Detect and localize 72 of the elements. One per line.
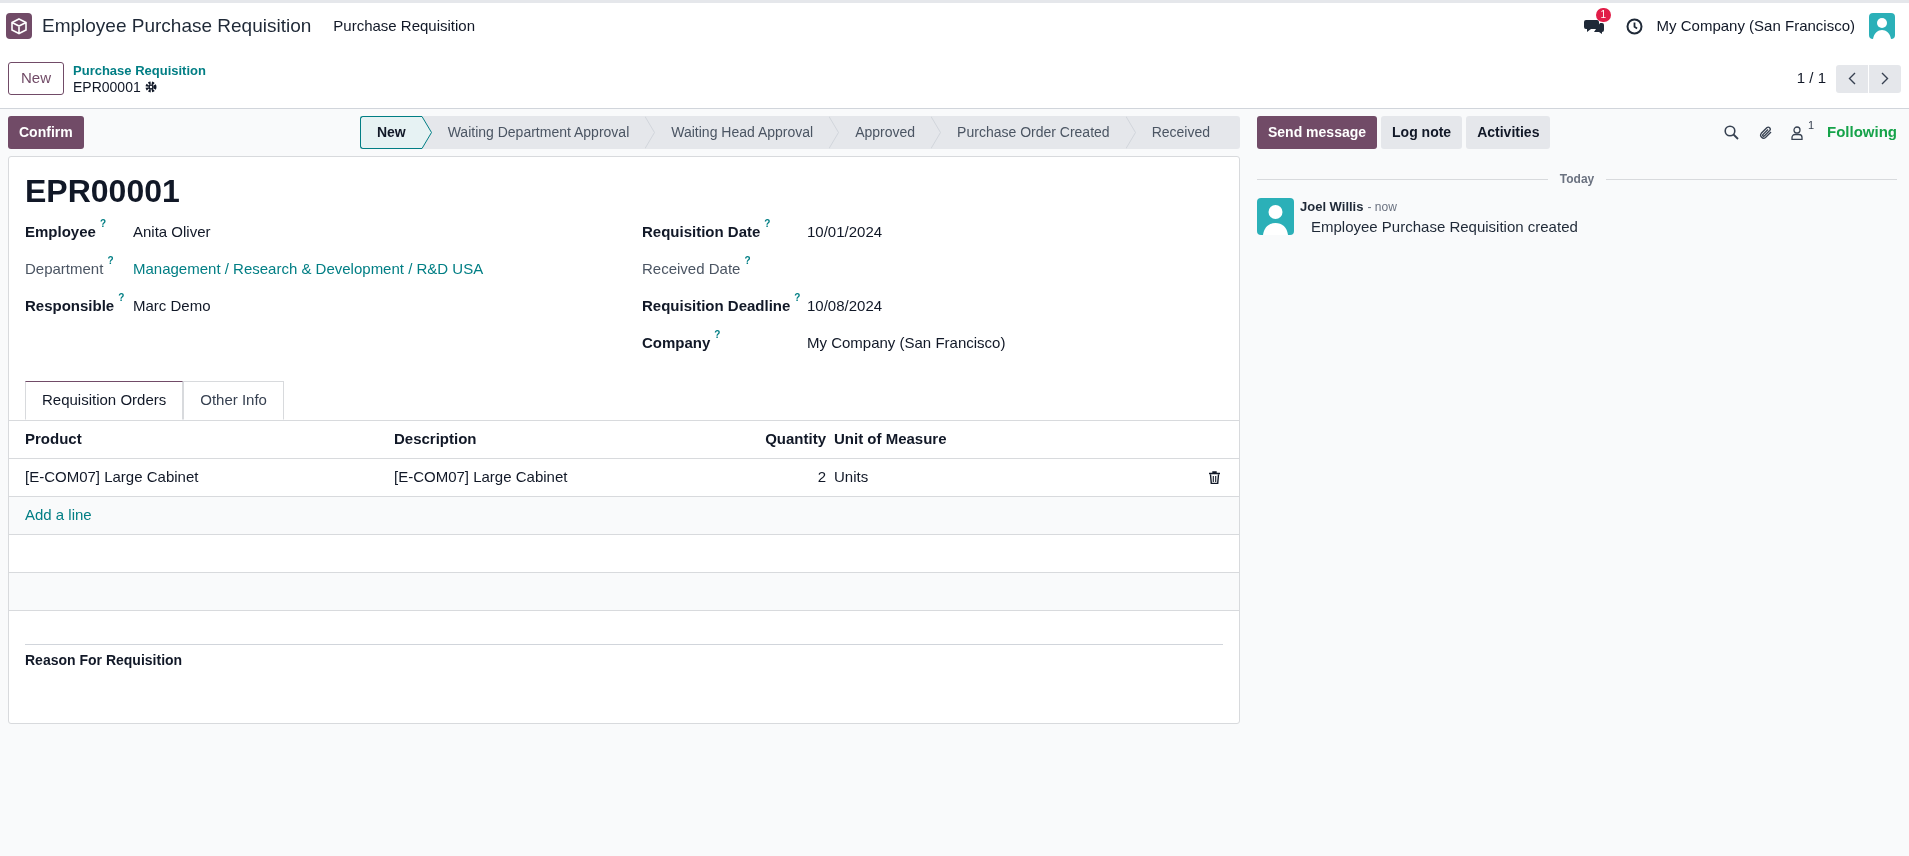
- chat-icon[interactable]: [1583, 17, 1604, 35]
- field-label: Received Date: [642, 259, 741, 279]
- chevron-separator-icon: [931, 116, 942, 149]
- chevron-separator-icon: [645, 116, 656, 149]
- column-header[interactable]: Product: [25, 430, 82, 448]
- date-separator: Today: [1559, 171, 1595, 188]
- field-label: Responsible: [25, 296, 115, 316]
- app-icon[interactable]: [6, 13, 32, 39]
- chevron-left-icon: [1848, 72, 1856, 85]
- chatter-button[interactable]: Send message: [1257, 116, 1378, 149]
- status-step[interactable]: Purchase Order Created: [941, 116, 1136, 149]
- table-cell: [E-COM07] Large Cabinet: [394, 468, 568, 486]
- trash-icon[interactable]: [1209, 471, 1220, 484]
- table-cell: [E-COM07] Large Cabinet: [25, 468, 199, 486]
- field-value[interactable]: Management / Research & Development / R&D USA: [133, 258, 484, 281]
- breadcrumb-link[interactable]: Purchase Requisition: [73, 62, 206, 79]
- company-switcher[interactable]: My Company (San Francisco): [1656, 14, 1855, 38]
- help-tooltip[interactable]: ?: [118, 293, 125, 303]
- confirm-button[interactable]: Confirm: [8, 116, 84, 149]
- previous-button[interactable]: [1836, 64, 1868, 93]
- search-icon[interactable]: [1723, 125, 1739, 140]
- table-cell: 2: [817, 468, 826, 486]
- field-label: Company: [642, 333, 711, 353]
- column-header[interactable]: Description: [394, 430, 477, 448]
- help-tooltip[interactable]: ?: [764, 219, 771, 229]
- status-step[interactable]: Approved: [839, 116, 942, 149]
- field-label: Requisition Deadline: [642, 296, 791, 316]
- field-label: Requisition Date: [642, 222, 761, 242]
- help-tooltip[interactable]: ?: [99, 219, 106, 229]
- notification-badge: 1: [1595, 8, 1612, 22]
- paperclip-icon[interactable]: [1758, 124, 1773, 141]
- author-avatar[interactable]: [1257, 198, 1294, 235]
- user-avatar[interactable]: [1869, 13, 1895, 39]
- form-tab[interactable]: Requisition Orders: [25, 381, 184, 420]
- chatter-button[interactable]: Activities: [1466, 116, 1551, 149]
- record-title: EPR00001: [24, 172, 181, 211]
- message-body: Employee Purchase Requisition created: [1311, 217, 1578, 237]
- clock-icon[interactable]: [1625, 17, 1643, 35]
- message-time: - now: [1367, 199, 1397, 216]
- field-label: Employee: [25, 222, 96, 242]
- chevron-separator-icon: [829, 116, 840, 149]
- help-tooltip[interactable]: ?: [744, 256, 751, 266]
- status-step[interactable]: Received: [1135, 116, 1240, 149]
- help-tooltip[interactable]: ?: [107, 256, 114, 266]
- followers-count[interactable]: 1: [1807, 120, 1814, 131]
- person-icon[interactable]: [1790, 125, 1803, 140]
- next-button[interactable]: [1869, 64, 1901, 93]
- section-label: Reason For Requisition: [25, 652, 183, 668]
- status-step[interactable]: Waiting Department Approval: [431, 116, 656, 149]
- field-value[interactable]: My Company (San Francisco): [807, 332, 1006, 355]
- field-value[interactable]: Marc Demo: [133, 295, 211, 318]
- form-tab[interactable]: Other Info: [183, 381, 284, 420]
- add-line-link[interactable]: Add a line: [25, 504, 92, 527]
- help-tooltip[interactable]: ?: [714, 330, 721, 340]
- field-value[interactable]: Anita Oliver: [133, 221, 211, 244]
- new-button[interactable]: New: [8, 62, 64, 95]
- field-value[interactable]: 10/01/2024: [807, 221, 883, 244]
- menu-item[interactable]: Purchase Requisition: [333, 14, 476, 38]
- status-step[interactable]: Waiting Head Approval: [655, 116, 840, 149]
- chatter-button[interactable]: Log note: [1381, 116, 1463, 149]
- chevron-right-icon: [1881, 72, 1889, 85]
- message-author[interactable]: Joel Willis: [1300, 198, 1364, 216]
- chevron-separator-icon: [1125, 116, 1136, 149]
- app-title[interactable]: Employee Purchase Requisition: [42, 11, 312, 41]
- field-label: Department: [25, 259, 104, 279]
- help-tooltip[interactable]: ?: [794, 293, 801, 303]
- column-header[interactable]: Quantity: [765, 430, 826, 448]
- record-name: EPR00001: [73, 78, 141, 95]
- field-value[interactable]: 10/08/2024: [807, 295, 883, 318]
- table-cell: Units: [834, 468, 869, 486]
- column-header[interactable]: Unit of Measure: [834, 430, 947, 448]
- pager-value[interactable]: 1 / 1: [1796, 67, 1826, 90]
